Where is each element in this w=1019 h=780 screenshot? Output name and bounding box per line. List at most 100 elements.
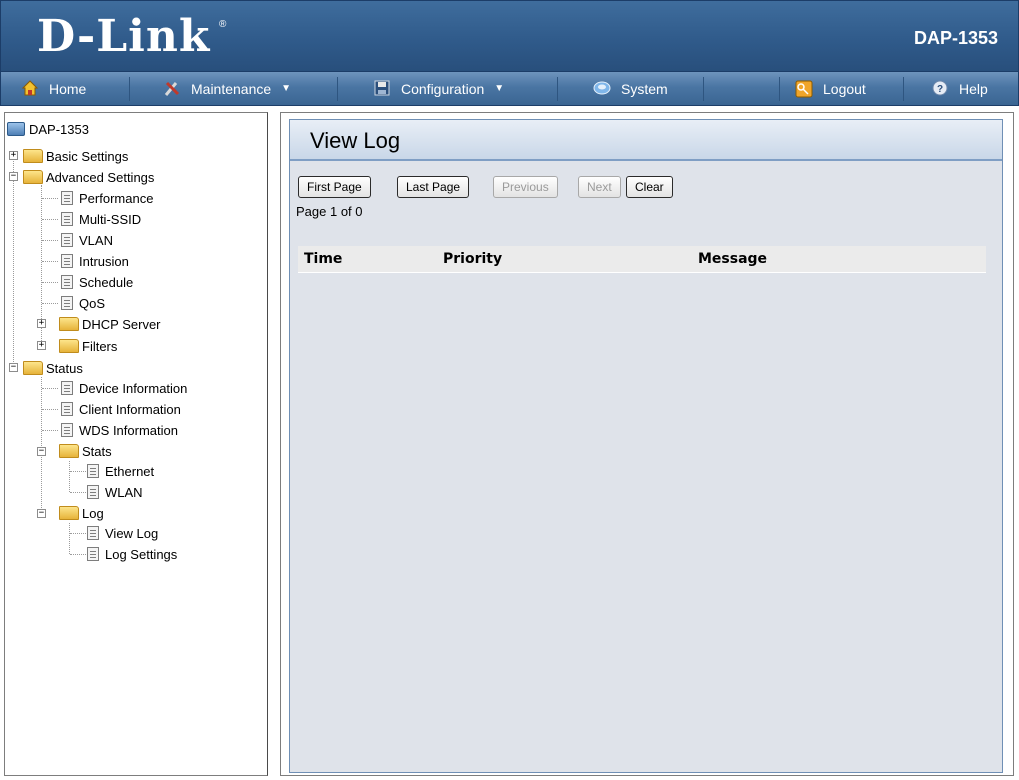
tree-item-label: WDS Information — [79, 422, 178, 438]
expand-icon[interactable]: + — [37, 319, 46, 328]
folder-icon — [23, 149, 43, 163]
column-message: Message — [698, 251, 768, 267]
page-icon — [61, 381, 73, 395]
tree-connector — [70, 554, 86, 555]
tree-item-label: Basic Settings — [46, 148, 129, 164]
collapse-icon[interactable]: − — [9, 172, 18, 181]
column-priority: Priority — [443, 251, 503, 267]
page-icon — [61, 402, 73, 416]
tree-item-label: Log Settings — [105, 546, 178, 562]
tree-item-schedule[interactable]: Schedule — [61, 272, 133, 292]
menu-home[interactable]: Home — [21, 72, 86, 105]
collapse-icon[interactable]: − — [37, 509, 46, 518]
page-icon — [61, 233, 73, 247]
tree-item-dhcp-server[interactable]: DHCP Server — [59, 314, 161, 334]
folder-icon — [59, 339, 79, 353]
menu-system[interactable]: System — [593, 72, 668, 105]
device-model: DAP-1353 — [913, 28, 998, 48]
tree-connector — [42, 198, 58, 199]
tree-connector — [69, 523, 70, 554]
svg-text:?: ? — [937, 84, 943, 95]
tree-item-intrusion[interactable]: Intrusion — [61, 251, 129, 271]
collapse-icon[interactable]: − — [37, 447, 46, 456]
tree-item-label: Filters — [82, 338, 118, 354]
menu-maintenance-label: Maintenance — [191, 80, 272, 97]
tree-item-multi-ssid[interactable]: Multi-SSID — [61, 209, 141, 229]
tree-connector — [70, 471, 86, 472]
tree-item-status[interactable]: Status — [23, 358, 83, 378]
menu-separator — [903, 77, 904, 101]
tree-item-label: Status — [46, 360, 83, 376]
previous-button[interactable]: Previous — [493, 176, 558, 198]
folder-icon — [59, 317, 79, 331]
tree-item-label: Performance — [79, 190, 154, 206]
menu-configuration[interactable]: Configuration ▼ — [373, 72, 504, 105]
tree-item-wlan[interactable]: WLAN — [87, 482, 143, 502]
page-icon — [61, 254, 73, 268]
menu-maintenance[interactable]: Maintenance ▼ — [163, 72, 291, 105]
tree-item-vlan[interactable]: VLAN — [61, 230, 113, 250]
menu-logout-label: Logout — [823, 80, 866, 97]
page-icon — [61, 212, 73, 226]
menu-logout[interactable]: Logout — [795, 72, 866, 105]
log-table-header: Time Priority Message — [298, 246, 986, 273]
column-time: Time — [304, 251, 343, 267]
page-icon — [87, 547, 99, 561]
tree-connector — [70, 533, 86, 534]
menu-help-label: Help — [959, 80, 988, 97]
collapse-icon[interactable]: − — [9, 363, 18, 372]
tree-item-log-settings[interactable]: Log Settings — [87, 544, 177, 564]
page-icon — [61, 275, 73, 289]
tree-item-advanced-settings[interactable]: Advanced Settings — [23, 167, 154, 187]
page-icon — [61, 423, 73, 437]
tree-item-label: QoS — [79, 295, 106, 311]
menu-bar: Home Maintenance ▼ Configuration ▼ Syste… — [0, 72, 1019, 106]
menu-separator — [779, 77, 780, 101]
tree-item-label: WLAN — [105, 484, 143, 500]
tree-item-filters[interactable]: Filters — [59, 336, 117, 356]
folder-open-icon — [23, 170, 43, 184]
home-icon — [21, 79, 39, 98]
folder-open-icon — [23, 361, 43, 375]
tree-item-device-information[interactable]: Device Information — [61, 378, 187, 398]
tree-item-label: DHCP Server — [82, 316, 161, 332]
tree-item-label: Stats — [82, 443, 112, 459]
tree-item-basic-settings[interactable]: Basic Settings — [23, 146, 128, 166]
tree-item-wds-information[interactable]: WDS Information — [61, 420, 178, 440]
next-button[interactable]: Next — [578, 176, 621, 198]
tree-item-label: Device Information — [79, 380, 188, 396]
tree-connector — [42, 430, 58, 431]
last-page-button[interactable]: Last Page — [397, 176, 470, 198]
menu-separator — [557, 77, 558, 101]
chevron-down-icon: ▼ — [494, 83, 505, 94]
floppy-disk-icon — [373, 80, 391, 98]
page-icon — [87, 464, 99, 478]
menu-help[interactable]: ? Help — [931, 72, 988, 105]
menu-system-label: System — [621, 80, 668, 97]
tree-item-log[interactable]: Log — [59, 503, 104, 523]
content-area: View Log First Page Last Page Previous N… — [280, 112, 1014, 776]
tree-item-label: Schedule — [79, 274, 134, 290]
tree-item-qos[interactable]: QoS — [61, 293, 105, 313]
page-icon — [87, 526, 99, 540]
tree-item-performance[interactable]: Performance — [61, 188, 153, 208]
expand-icon[interactable]: + — [37, 341, 46, 350]
clear-button[interactable]: Clear — [626, 176, 673, 198]
expand-icon[interactable]: + — [9, 151, 18, 160]
folder-open-icon — [59, 444, 79, 458]
page-title: View Log — [310, 128, 401, 153]
tree-item-ethernet[interactable]: Ethernet — [87, 461, 154, 481]
tree-item-label: Client Information — [79, 401, 181, 417]
tree-root[interactable]: DAP-1353 — [7, 119, 89, 139]
tree-connector — [13, 151, 14, 370]
tree-connector — [69, 461, 70, 492]
key-icon — [795, 80, 813, 98]
tree-item-view-log[interactable]: View Log — [87, 523, 158, 543]
tree-item-label: Advanced Settings — [46, 169, 155, 185]
tree-connector — [42, 261, 58, 262]
tree-item-label: Ethernet — [105, 463, 155, 479]
tree-item-stats[interactable]: Stats — [59, 441, 112, 461]
first-page-button[interactable]: First Page — [298, 176, 371, 198]
tree-item-client-information[interactable]: Client Information — [61, 399, 181, 419]
tree-item-label: Multi-SSID — [79, 211, 142, 227]
